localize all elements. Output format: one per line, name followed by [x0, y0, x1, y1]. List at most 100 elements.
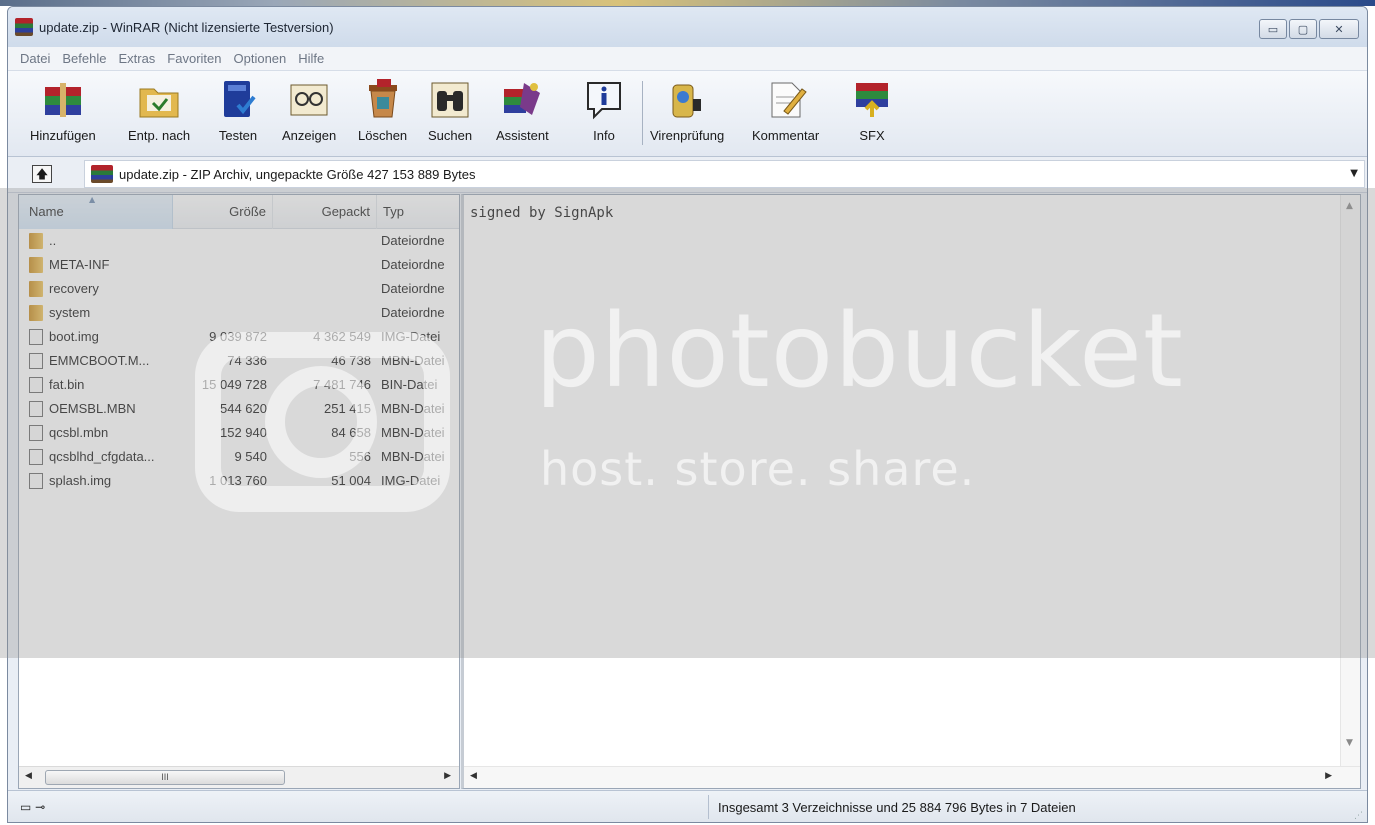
table-row[interactable]: fat.bin 15 049 728 7 481 746 BIN-Datei [19, 373, 459, 397]
menu-befehle[interactable]: Befehle [56, 51, 112, 66]
toolbar-virus-scan-button[interactable]: Virenprüfung [650, 77, 724, 143]
table-row[interactable]: EMMCBOOT.M... 74 336 46 738 MBN-Datei [19, 349, 459, 373]
chevron-down-icon[interactable]: ▼ [1350, 168, 1358, 179]
menu-optionen[interactable]: Optionen [228, 51, 293, 66]
folder-icon [29, 233, 43, 249]
file-name: fat.bin [49, 377, 85, 392]
winrar-window: update.zip - WinRAR (Nicht lizensierte T… [7, 6, 1368, 823]
scroll-left-icon[interactable]: ◀ [25, 771, 32, 781]
file-type: Dateiordne [381, 233, 445, 248]
file-packed-size [273, 229, 371, 253]
column-name[interactable]: ▲ Name [19, 195, 173, 229]
info-icon [587, 82, 621, 120]
maximize-button[interactable]: ▢ [1289, 19, 1317, 39]
table-row[interactable]: qcsbl.mbn 152 940 84 658 MBN-Datei [19, 421, 459, 445]
extract-folder-icon [139, 88, 179, 118]
file-size [173, 277, 267, 301]
file-size: 15 049 728 [201, 377, 267, 392]
table-row[interactable]: system Dateiordne [19, 301, 459, 325]
status-bar: ▭ ⊸ Insgesamt 3 Verzeichnisse und 25 884… [8, 790, 1367, 822]
vertical-scrollbar[interactable]: ▲ ▼ [1340, 195, 1360, 768]
toolbar-test-button[interactable]: Testen [216, 77, 260, 143]
file-name: .. [49, 233, 57, 248]
menu-datei[interactable]: Datei [14, 51, 56, 66]
title-bar[interactable]: update.zip - WinRAR (Nicht lizensierte T… [8, 7, 1367, 47]
toolbar-delete-button[interactable]: Löschen [358, 77, 407, 143]
file-size: 1 013 760 [209, 473, 267, 488]
scroll-up-icon[interactable]: ▲ [1346, 201, 1353, 211]
file-name: OEMSBL.MBN [49, 401, 136, 416]
file-icon [29, 377, 43, 393]
table-row[interactable]: splash.img 1 013 760 51 004 IMG-Datei [19, 469, 459, 493]
file-icon [29, 473, 43, 489]
comment-horizontal-scrollbar[interactable]: ◀ ▶ [464, 766, 1360, 788]
resize-grip-icon[interactable]: ⋰ [1354, 811, 1363, 821]
file-size: 74 336 [227, 353, 267, 368]
winrar-books-icon [15, 18, 33, 36]
window-title: update.zip - WinRAR (Nicht lizensierte T… [39, 19, 334, 35]
toolbar-info-button[interactable]: Info [582, 77, 626, 143]
file-name: splash.img [49, 473, 112, 488]
file-name: recovery [49, 281, 99, 296]
drive-key-icon[interactable]: ▭ ⊸ [20, 800, 45, 814]
archive-path-field[interactable]: update.zip - ZIP Archiv, ungepackte Größ… [84, 160, 1365, 188]
toolbar-view-button[interactable]: Anzeigen [282, 77, 336, 143]
file-type: Dateiordne [381, 281, 445, 296]
toolbar-find-button[interactable]: Suchen [428, 77, 472, 143]
close-button[interactable]: ✕ [1319, 19, 1359, 39]
file-size [173, 301, 267, 325]
file-packed-size: 251 415 [324, 401, 371, 416]
archive-comment: signed by SignApk [470, 205, 614, 221]
menu-hilfe[interactable]: Hilfe [292, 51, 330, 66]
scrollbar-thumb[interactable]: III [45, 770, 285, 785]
scroll-down-icon[interactable]: ▼ [1346, 738, 1353, 748]
file-name: boot.img [49, 329, 99, 344]
file-type: Dateiordne [381, 305, 445, 320]
file-packed-size [273, 301, 371, 325]
table-row[interactable]: recovery Dateiordne [19, 277, 459, 301]
toolbar-comment-button[interactable]: Kommentar [752, 77, 819, 143]
file-name: META-INF [49, 257, 110, 272]
table-row[interactable]: OEMSBL.MBN 544 620 251 415 MBN-Datei [19, 397, 459, 421]
delete-bin-icon [368, 79, 397, 118]
menu-bar: Datei Befehle Extras Favoriten Optionen … [8, 47, 1367, 71]
column-packed[interactable]: Gepackt [273, 195, 377, 229]
sort-ascending-icon: ▲ [89, 195, 96, 204]
table-row[interactable]: .. Dateiordne [19, 229, 459, 253]
table-row[interactable]: qcsblhd_cfgdata... 9 540 556 MBN-Datei [19, 445, 459, 469]
scroll-right-icon[interactable]: ▶ [1325, 771, 1332, 781]
wizard-icon [504, 83, 541, 115]
table-row[interactable]: META-INF Dateiordne [19, 253, 459, 277]
folder-icon [29, 281, 43, 297]
file-size [173, 253, 267, 277]
file-type: MBN-Datei [381, 449, 445, 464]
scroll-left-icon[interactable]: ◀ [470, 771, 477, 781]
binoculars-icon [431, 82, 469, 118]
table-row[interactable]: boot.img 9 039 872 4 362 549 IMG-Datei [19, 325, 459, 349]
menu-favoriten[interactable]: Favoriten [161, 51, 227, 66]
file-type: MBN-Datei [381, 353, 445, 368]
menu-extras[interactable]: Extras [112, 51, 161, 66]
column-size[interactable]: Größe [173, 195, 273, 229]
toolbar-wizard-button[interactable]: Assistent [496, 77, 549, 143]
scroll-right-icon[interactable]: ▶ [444, 771, 451, 781]
test-book-icon [224, 81, 256, 117]
file-name: EMMCBOOT.M... [49, 353, 150, 368]
toolbar-sfx-button[interactable]: SFX [850, 77, 894, 143]
horizontal-scrollbar[interactable]: ◀ III ▶ [19, 766, 459, 788]
file-size [173, 229, 267, 253]
toolbar-add-button[interactable]: Hinzufügen [30, 77, 96, 143]
file-type: MBN-Datei [381, 425, 445, 440]
file-packed-size: 46 738 [331, 353, 371, 368]
up-folder-button[interactable]: 🡅 [32, 165, 52, 183]
toolbar-extract-button[interactable]: Entp. nach [128, 77, 190, 143]
file-type: BIN-Datei [381, 377, 438, 392]
minimize-button[interactable]: ▭ [1259, 19, 1287, 39]
file-size: 9 039 872 [209, 329, 267, 344]
sfx-archive-icon [856, 83, 888, 117]
file-type: Dateiordne [381, 257, 445, 272]
file-packed-size [273, 277, 371, 301]
archive-icon [91, 165, 113, 183]
file-name: system [49, 305, 91, 320]
column-type[interactable]: Typ [377, 195, 461, 229]
